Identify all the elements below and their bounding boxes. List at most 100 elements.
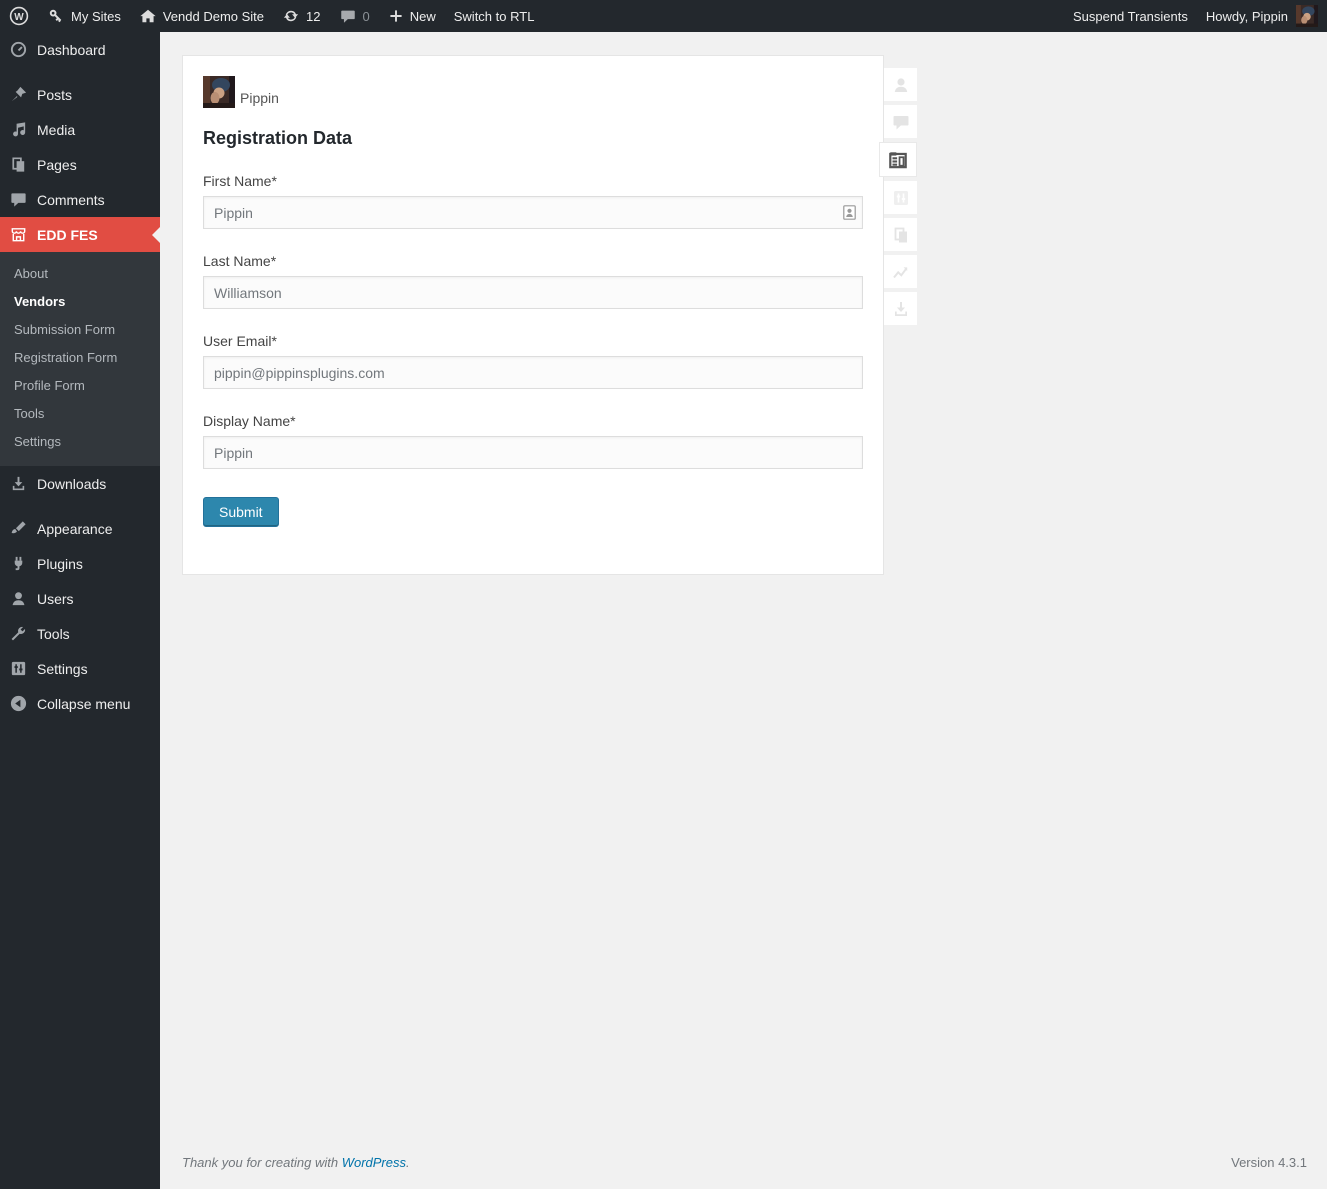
new-content-menu[interactable]: New (379, 0, 445, 32)
display-name-label: Display Name* (203, 413, 863, 429)
site-name-menu[interactable]: Vendd Demo Site (130, 0, 273, 32)
sidebar-item-settings[interactable]: Settings (0, 651, 160, 686)
sidebar-label-plugins: Plugins (37, 555, 83, 573)
network-key-icon (47, 7, 65, 25)
sidebar-label-pages: Pages (37, 156, 77, 174)
update-icon (282, 7, 300, 25)
comments-menu[interactable]: 0 (330, 0, 379, 32)
updates-menu[interactable]: 12 (273, 0, 329, 32)
site-name-label: Vendd Demo Site (163, 9, 264, 24)
sidebar-label-users: Users (37, 590, 74, 608)
menu-separator (0, 501, 160, 511)
sidebar-item-pages[interactable]: Pages (0, 147, 160, 182)
first-name-group: First Name* (203, 173, 863, 229)
store-icon (8, 225, 28, 244)
comments-icon (8, 190, 28, 209)
autofill-contact-icon[interactable] (843, 205, 856, 220)
user-email-group: User Email* (203, 333, 863, 389)
download-icon (8, 474, 28, 493)
tab-downloads[interactable] (884, 292, 917, 325)
sidebar-item-downloads[interactable]: Downloads (0, 466, 160, 501)
first-name-label: First Name* (203, 173, 863, 189)
last-name-group: Last Name* (203, 253, 863, 309)
user-email-input[interactable] (203, 356, 863, 389)
brush-icon (8, 519, 28, 538)
switch-rtl-label: Switch to RTL (454, 9, 535, 24)
user-email-label: User Email* (203, 333, 863, 349)
dashboard-icon (8, 40, 28, 59)
sidebar-label-settings: Settings (37, 660, 88, 678)
submenu-item-profile-form[interactable]: Profile Form (0, 372, 160, 400)
tab-user[interactable] (884, 68, 917, 101)
tab-registration-form[interactable] (879, 142, 917, 177)
collapse-icon (8, 694, 28, 713)
switch-rtl-menu[interactable]: Switch to RTL (445, 0, 544, 32)
submit-button[interactable]: Submit (203, 497, 279, 527)
media-icon (8, 120, 28, 139)
sidebar-item-plugins[interactable]: Plugins (0, 546, 160, 581)
vendor-header: Pippin (203, 76, 863, 108)
sidebar-label-media: Media (37, 121, 75, 139)
sliders-icon (8, 659, 28, 678)
my-sites-label: My Sites (71, 9, 121, 24)
sidebar-item-users[interactable]: Users (0, 581, 160, 616)
sidebar-label-downloads: Downloads (37, 475, 106, 493)
pages-icon (891, 225, 911, 245)
download-icon (891, 299, 911, 319)
sidebar-item-tools[interactable]: Tools (0, 616, 160, 651)
update-count: 12 (306, 9, 320, 24)
sidebar-item-posts[interactable]: Posts (0, 77, 160, 112)
comment-icon (891, 112, 911, 132)
howdy-label: Howdy, Pippin (1206, 9, 1288, 24)
comment-icon (339, 7, 357, 25)
account-menu[interactable]: Howdy, Pippin (1197, 0, 1327, 32)
footer-thanks-period: . (406, 1155, 410, 1170)
plus-icon (388, 8, 404, 24)
display-name-input[interactable] (203, 436, 863, 469)
suspend-transients-label: Suspend Transients (1073, 9, 1188, 24)
tab-comments[interactable] (884, 105, 917, 138)
svg-text:W: W (14, 12, 24, 23)
sidebar-label-edd-fes: EDD FES (37, 226, 98, 244)
sidebar-item-appearance[interactable]: Appearance (0, 511, 160, 546)
suspend-transients-menu[interactable]: Suspend Transients (1064, 0, 1197, 32)
new-label: New (410, 9, 436, 24)
sidebar-item-edd-fes[interactable]: EDD FES (0, 217, 160, 252)
last-name-input[interactable] (203, 276, 863, 309)
first-name-input[interactable] (203, 196, 863, 229)
menu-separator (0, 67, 160, 77)
display-name-group: Display Name* (203, 413, 863, 469)
my-sites-menu[interactable]: My Sites (38, 0, 130, 32)
sidebar-label-dashboard: Dashboard (37, 41, 106, 59)
submenu-item-submission-form[interactable]: Submission Form (0, 316, 160, 344)
user-icon (8, 589, 28, 608)
wordpress-logo-menu[interactable]: W (0, 0, 38, 32)
sidebar-item-collapse-menu[interactable]: Collapse menu (0, 686, 160, 721)
plug-icon (8, 554, 28, 573)
wordpress-link[interactable]: WordPress (342, 1155, 406, 1170)
pages-icon (8, 155, 28, 174)
sidebar-item-comments[interactable]: Comments (0, 182, 160, 217)
submenu-item-tools[interactable]: Tools (0, 400, 160, 428)
submenu-item-vendors[interactable]: Vendors (0, 288, 160, 316)
sidebar-item-media[interactable]: Media (0, 112, 160, 147)
sidebar-item-dashboard[interactable]: Dashboard (0, 32, 160, 67)
admin-bar-right: Suspend Transients Howdy, Pippin (1064, 0, 1327, 32)
sidebar-label-posts: Posts (37, 86, 72, 104)
sliders-icon (891, 188, 911, 208)
submenu-item-about[interactable]: About (0, 260, 160, 288)
comment-count: 0 (363, 9, 370, 24)
footer-thanks: Thank you for creating with WordPress. (182, 1155, 410, 1170)
sidebar-label-comments: Comments (37, 191, 105, 209)
avatar (1296, 5, 1318, 27)
submenu-item-registration-form[interactable]: Registration Form (0, 344, 160, 372)
tab-settings[interactable] (884, 181, 917, 214)
vendor-tab-strip (884, 68, 924, 329)
last-name-label: Last Name* (203, 253, 863, 269)
tab-reports[interactable] (884, 255, 917, 288)
user-icon (891, 75, 911, 95)
submenu-item-settings[interactable]: Settings (0, 428, 160, 456)
registration-data-heading: Registration Data (203, 128, 863, 149)
tab-pages[interactable] (884, 218, 917, 251)
vendor-card: Pippin Registration Data First Name* Las… (182, 55, 884, 575)
